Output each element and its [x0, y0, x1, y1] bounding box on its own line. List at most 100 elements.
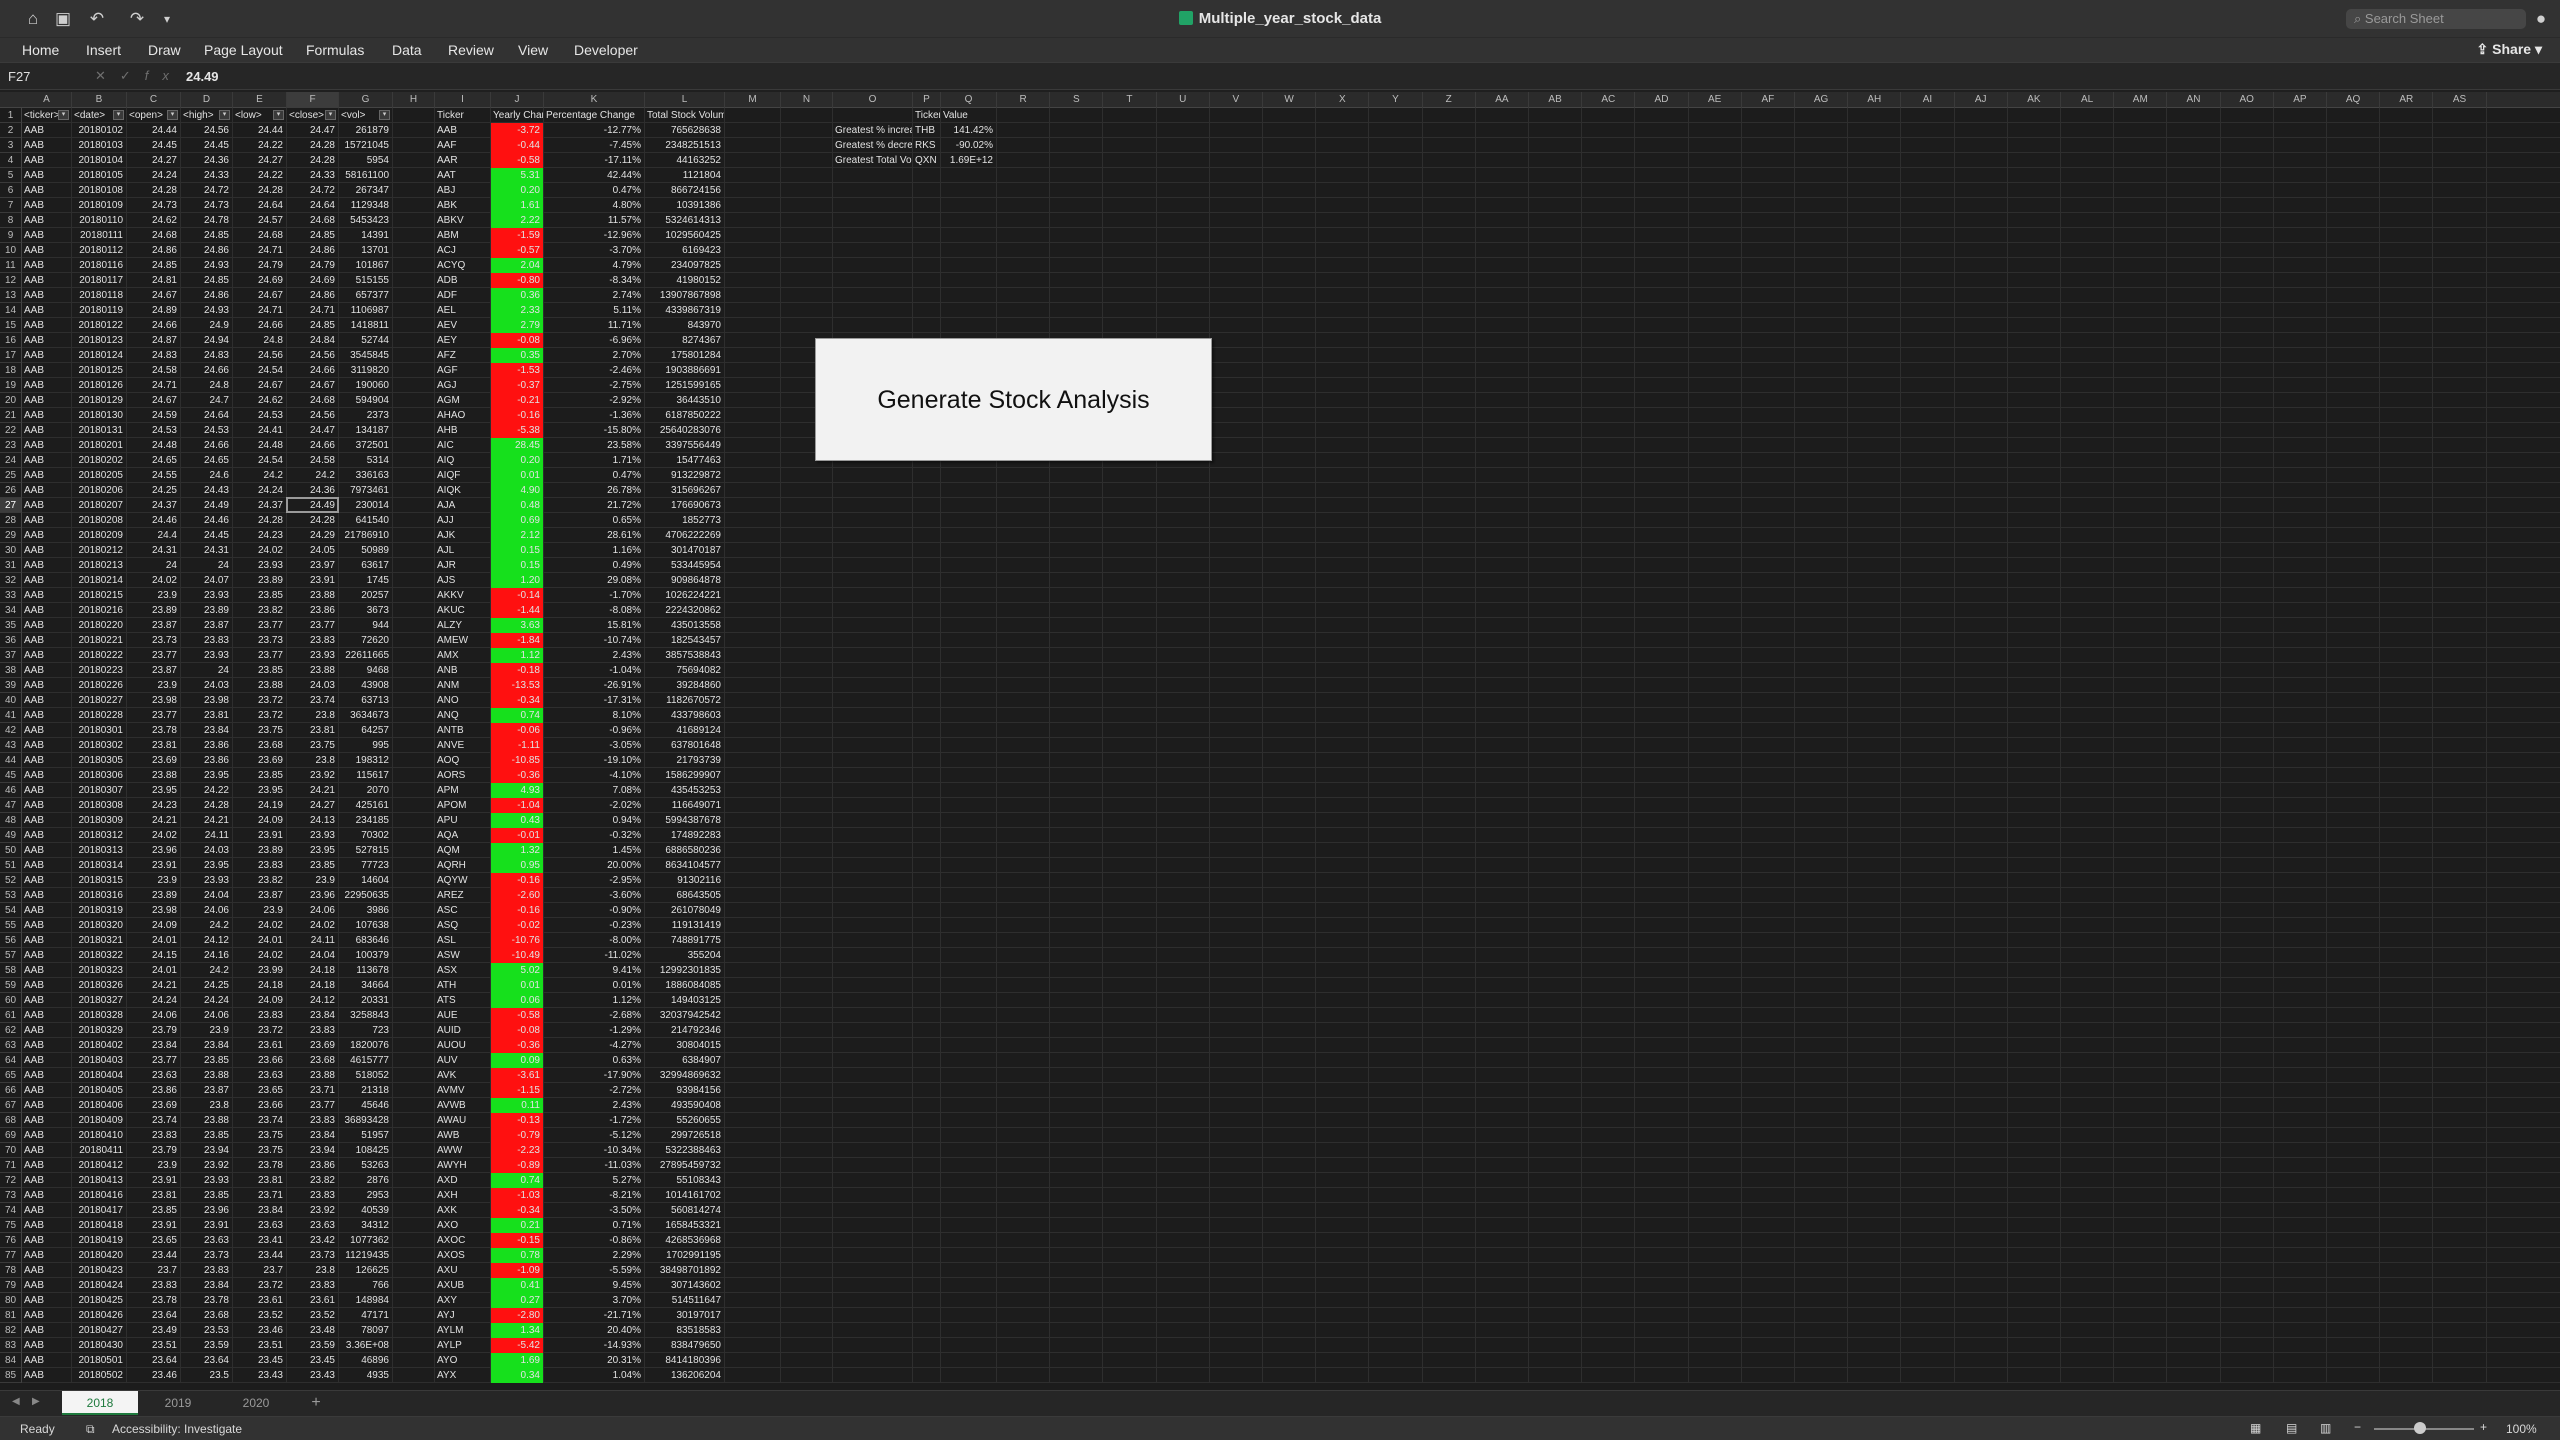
cell[interactable]: 23.92	[181, 1158, 232, 1173]
cell[interactable]: ALZY	[435, 618, 490, 633]
cell[interactable]: 23.72	[233, 693, 286, 708]
row-header[interactable]: 38	[0, 663, 22, 678]
cell[interactable]: 24.2	[181, 918, 232, 933]
cell[interactable]: 23.95	[181, 858, 232, 873]
cell[interactable]: 23.77	[233, 618, 286, 633]
cell[interactable]: Ticker	[913, 108, 940, 123]
cell[interactable]: AAB	[22, 1263, 71, 1278]
cell[interactable]: 1.12	[491, 648, 543, 663]
row-header[interactable]: 54	[0, 903, 22, 918]
cell[interactable]: 5324614313	[645, 213, 724, 228]
cell[interactable]: 23.7	[233, 1263, 286, 1278]
cell[interactable]: 20180209	[72, 528, 126, 543]
cell[interactable]: 0.36	[491, 288, 543, 303]
cell[interactable]: 9468	[339, 663, 392, 678]
cell[interactable]: 23.73	[181, 1248, 232, 1263]
cell[interactable]: 355204	[645, 948, 724, 963]
cell[interactable]: AJS	[435, 573, 490, 588]
cell[interactable]: ABK	[435, 198, 490, 213]
cell[interactable]: 234097825	[645, 258, 724, 273]
cell[interactable]: 24.86	[181, 243, 232, 258]
cell[interactable]: 493590408	[645, 1098, 724, 1113]
cell[interactable]: 1251599165	[645, 378, 724, 393]
column-header-T[interactable]: T	[1103, 92, 1157, 108]
cell[interactable]: -17.31%	[544, 693, 644, 708]
cell[interactable]: 20180227	[72, 693, 126, 708]
cell[interactable]: AAB	[22, 393, 71, 408]
cell[interactable]: 20180322	[72, 948, 126, 963]
cell[interactable]: AUOU	[435, 1038, 490, 1053]
cell[interactable]: 24.03	[181, 843, 232, 858]
cell[interactable]: 24.01	[127, 933, 180, 948]
cell[interactable]: 20180202	[72, 453, 126, 468]
cell[interactable]: -2.95%	[544, 873, 644, 888]
cell[interactable]: 23.81	[127, 1188, 180, 1203]
cell[interactable]: 23.98	[181, 693, 232, 708]
cell[interactable]: 23.92	[287, 768, 338, 783]
cell[interactable]: 5.31	[491, 168, 543, 183]
row-header[interactable]: 61	[0, 1008, 22, 1023]
cell[interactable]: 23.63	[287, 1218, 338, 1233]
column-header-A[interactable]: A	[22, 92, 72, 108]
cell[interactable]: AAB	[435, 123, 490, 138]
cell[interactable]: 174892283	[645, 828, 724, 843]
cell[interactable]: 20180206	[72, 483, 126, 498]
cell[interactable]: 20180109	[72, 198, 126, 213]
cell[interactable]: 24.28	[287, 513, 338, 528]
row-header[interactable]: 43	[0, 738, 22, 753]
cell[interactable]: -0.57	[491, 243, 543, 258]
cell[interactable]: AAB	[22, 843, 71, 858]
cell[interactable]: 36893428	[339, 1113, 392, 1128]
column-header-AA[interactable]: AA	[1476, 92, 1529, 108]
row-header[interactable]: 28	[0, 513, 22, 528]
cell[interactable]: AVMV	[435, 1083, 490, 1098]
cell[interactable]: 23.85	[181, 1188, 232, 1203]
cell[interactable]: -0.14	[491, 588, 543, 603]
cell[interactable]: 24.53	[233, 408, 286, 423]
cell[interactable]: 23.91	[233, 828, 286, 843]
cell[interactable]: -0.80	[491, 273, 543, 288]
cell[interactable]: 23.88	[287, 588, 338, 603]
cell[interactable]: 24.8	[233, 333, 286, 348]
cell[interactable]: 23.93	[181, 648, 232, 663]
cell[interactable]: AAB	[22, 633, 71, 648]
cell[interactable]: AEY	[435, 333, 490, 348]
cell[interactable]: 63617	[339, 558, 392, 573]
cell[interactable]: 23.83	[127, 1128, 180, 1143]
cell[interactable]: 23.63	[233, 1218, 286, 1233]
cell[interactable]: ASW	[435, 948, 490, 963]
cell[interactable]: 20180314	[72, 858, 126, 873]
cell[interactable]: 50989	[339, 543, 392, 558]
cell[interactable]: 24.64	[233, 198, 286, 213]
cell[interactable]: 23.85	[127, 1203, 180, 1218]
cell[interactable]: 23.46	[233, 1323, 286, 1338]
cell[interactable]: -0.96%	[544, 723, 644, 738]
cell[interactable]: 0.94%	[544, 813, 644, 828]
cell[interactable]: 2373	[339, 408, 392, 423]
cell[interactable]: AIQ	[435, 453, 490, 468]
cell[interactable]: -1.03	[491, 1188, 543, 1203]
cell[interactable]: 6384907	[645, 1053, 724, 1068]
cell[interactable]: -2.60	[491, 888, 543, 903]
cell[interactable]: 24.66	[287, 438, 338, 453]
cell[interactable]: 23.71	[287, 1083, 338, 1098]
cell[interactable]: 1.16%	[544, 543, 644, 558]
cell[interactable]: 24.11	[181, 828, 232, 843]
cell[interactable]: 47171	[339, 1308, 392, 1323]
cell[interactable]: 119131419	[645, 918, 724, 933]
cell[interactable]: -4.10%	[544, 768, 644, 783]
cell[interactable]: ASX	[435, 963, 490, 978]
cell[interactable]: 27895459732	[645, 1158, 724, 1173]
tab-view[interactable]: View	[518, 42, 548, 58]
cell[interactable]: 20180212	[72, 543, 126, 558]
cell[interactable]: 23.64	[181, 1353, 232, 1368]
cell[interactable]: -0.16	[491, 873, 543, 888]
cell[interactable]: 1418811	[339, 318, 392, 333]
cell[interactable]: 24.27	[287, 798, 338, 813]
cell[interactable]: 23.84	[127, 1038, 180, 1053]
column-header-W[interactable]: W	[1263, 92, 1317, 108]
cell[interactable]: 24.45	[181, 528, 232, 543]
cell[interactable]: AAB	[22, 318, 71, 333]
cell[interactable]: -0.37	[491, 378, 543, 393]
row-header[interactable]: 11	[0, 258, 22, 273]
